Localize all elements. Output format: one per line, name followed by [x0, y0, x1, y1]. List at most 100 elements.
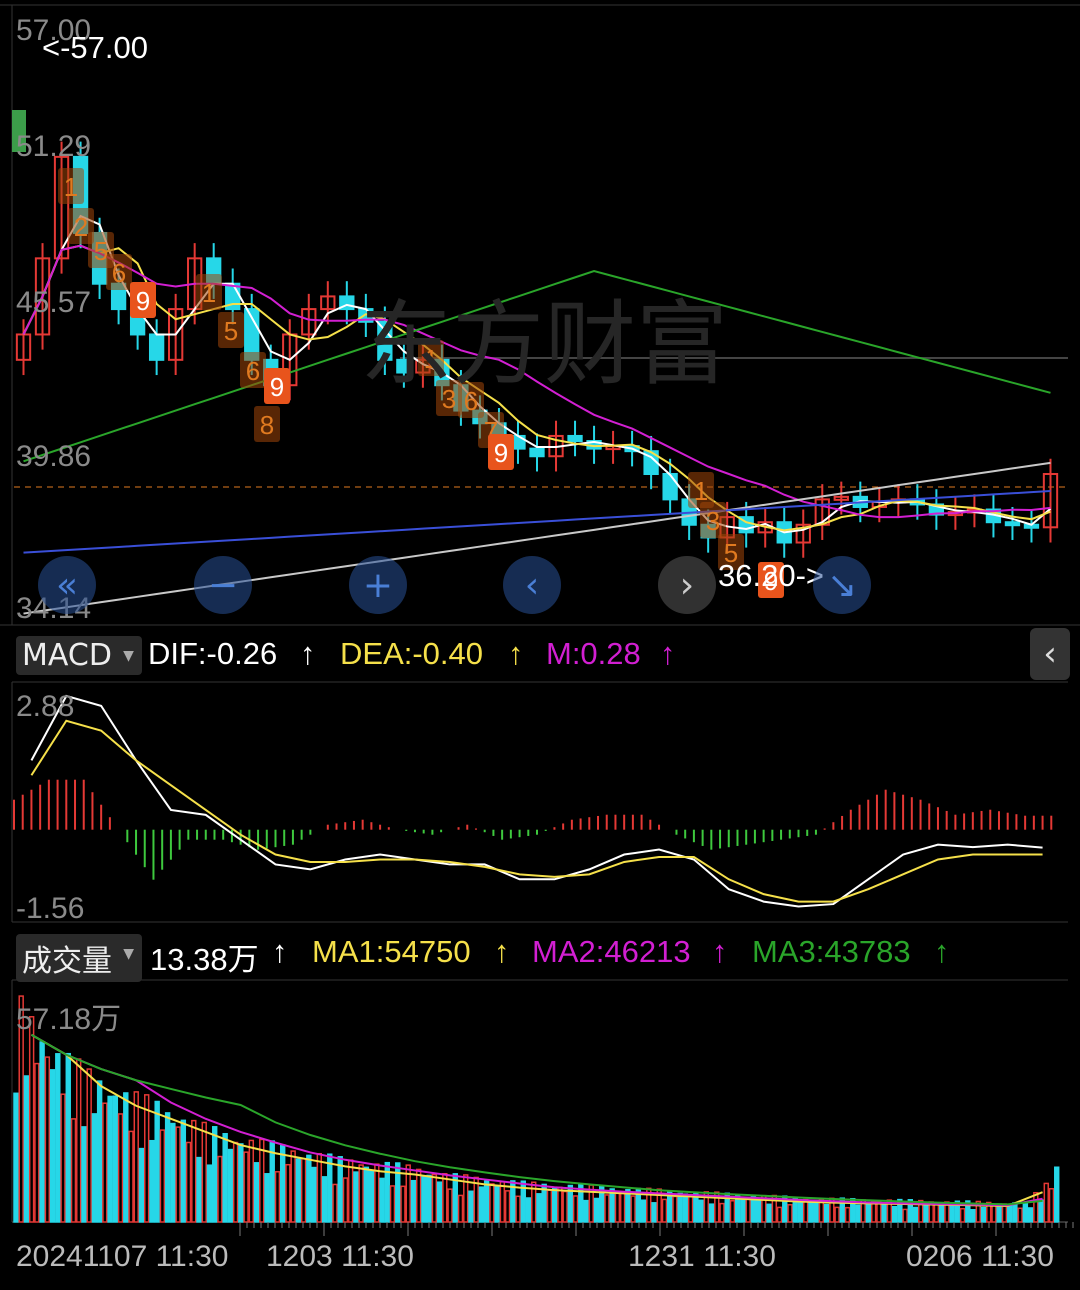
macd-m: M:0.28 [546, 636, 641, 671]
volume-bar [682, 1193, 689, 1223]
volume-ma1: MA1:54750 [312, 934, 471, 969]
volume-bar [227, 1148, 234, 1223]
volume-bar [379, 1177, 385, 1223]
volume-ma2: MA2:46213 [532, 934, 691, 969]
volume-bar [353, 1171, 359, 1223]
volume-bar [238, 1143, 244, 1223]
first-page-button[interactable]: « [38, 556, 96, 614]
volume-bar [499, 1181, 506, 1223]
volume-bar [185, 1141, 192, 1223]
volume-bar [1017, 1207, 1023, 1223]
volume-bar [232, 1141, 239, 1223]
sequence-number: 1 [694, 476, 708, 506]
volume-bar [1027, 1207, 1034, 1223]
volume-bar [562, 1190, 568, 1223]
volume-bar [818, 1198, 825, 1223]
volume-bar [515, 1195, 521, 1223]
volume-bar [980, 1206, 987, 1223]
ma250-line [23, 490, 1051, 554]
sequence-number: 2 [74, 212, 88, 242]
volume-bar [677, 1192, 683, 1223]
volume-bar [253, 1162, 260, 1223]
volume-selector[interactable]: 成交量 [16, 934, 142, 982]
volume-bar [918, 1199, 924, 1223]
volume-bar [687, 1195, 694, 1223]
volume-bar [368, 1170, 375, 1223]
volume-ma1-arrow: ↑ [494, 934, 510, 969]
volume-bar [384, 1161, 391, 1223]
volume-bar [133, 1091, 139, 1223]
volume-ma2-arrow: ↑ [712, 934, 728, 969]
macd-selector[interactable]: MACD [16, 636, 142, 675]
volume-bar [191, 1119, 197, 1223]
volume-bar [661, 1198, 668, 1223]
volume-bar [881, 1203, 887, 1223]
volume-bar [1054, 1166, 1060, 1223]
watermark: 东方财富 [360, 294, 729, 396]
volume-bar [65, 1052, 71, 1223]
volume-bar [719, 1202, 725, 1223]
volume-bar [640, 1199, 647, 1223]
volume-bar [138, 1147, 145, 1223]
volume-bar [395, 1162, 401, 1223]
sequence-number: 9 [270, 372, 284, 402]
volume-bar [965, 1200, 971, 1223]
volume-bar [149, 1139, 155, 1223]
volume-bar [829, 1197, 835, 1223]
volume-bar [855, 1204, 861, 1223]
volume-bar [1006, 1205, 1013, 1223]
x-label-3: 1231 11:30 [628, 1240, 776, 1273]
volume-bar [483, 1180, 490, 1223]
volume-bar [703, 1191, 710, 1223]
volume-bar [374, 1163, 380, 1223]
volume-bar [567, 1184, 574, 1223]
volume-bar [206, 1164, 213, 1223]
volume-bar [39, 1041, 45, 1223]
volume-bar [959, 1207, 966, 1223]
volume-bar [614, 1191, 621, 1223]
volume-bar [300, 1158, 307, 1223]
volume-bar [897, 1198, 903, 1223]
volume-bar [714, 1191, 720, 1223]
collapse-icon[interactable]: ‹ [1030, 628, 1070, 680]
volume-bar [316, 1152, 323, 1223]
volume-bar [813, 1201, 819, 1223]
volume-bar [604, 1194, 610, 1223]
volume-bar [541, 1183, 547, 1223]
next-button[interactable]: › [658, 556, 716, 614]
macd-dea: DEA:-0.40 [340, 636, 484, 671]
volume-bar [290, 1150, 296, 1223]
volume-bar [1033, 1191, 1039, 1223]
volume-bar [672, 1195, 678, 1223]
volume-bar [23, 1075, 30, 1223]
volume-bar [970, 1209, 976, 1223]
volume-bar [510, 1180, 516, 1223]
volume-bar [850, 1198, 856, 1223]
macd-dif: DIF:-0.26 [148, 636, 278, 671]
volume-label-top: 57.18万 [16, 1003, 122, 1036]
volume-bar [954, 1200, 961, 1223]
volume-bar [912, 1206, 919, 1223]
volume-bar [102, 1102, 108, 1223]
volume-bar [761, 1194, 767, 1223]
volume-bar [442, 1173, 448, 1223]
volume-bar [436, 1181, 443, 1223]
sequence-number: 3 [706, 506, 720, 536]
volume-bar [468, 1190, 474, 1223]
volume-bar [656, 1188, 662, 1223]
volume-bar [860, 1199, 866, 1223]
price-label-2: 51.29 [16, 130, 92, 163]
prev-button[interactable]: ‹ [503, 556, 561, 614]
volume-bar [771, 1194, 778, 1223]
last-page-button[interactable]: ↘ [813, 556, 871, 614]
zoom-out-button[interactable]: − [194, 556, 252, 614]
macd-label-top: 2.88 [16, 690, 75, 723]
volume-bar [1012, 1202, 1018, 1223]
volume-bar [588, 1184, 594, 1223]
volume-bar [782, 1195, 788, 1223]
zoom-in-button[interactable]: + [349, 556, 407, 614]
x-label-4: 0206 11:30 [906, 1240, 1054, 1273]
volume-bar [164, 1112, 171, 1223]
volume-bar [452, 1173, 458, 1223]
volume-bar [170, 1122, 176, 1223]
